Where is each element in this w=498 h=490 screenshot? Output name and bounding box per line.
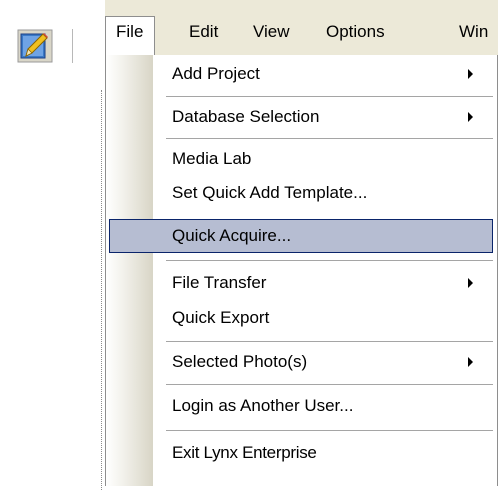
menu-options[interactable]: Options [326, 16, 385, 48]
menu-separator [166, 384, 493, 385]
menu-item-label: Set Quick Add Template... [172, 183, 368, 202]
menu-edit[interactable]: Edit [189, 16, 218, 48]
toolbar-separator [72, 29, 74, 63]
menu-separator [166, 260, 493, 261]
background-window-edge [101, 90, 102, 490]
menu-file[interactable]: File [105, 16, 156, 56]
menu-item-media-lab[interactable]: Media Lab [106, 142, 497, 176]
menu-item-label: Media Lab [172, 149, 252, 168]
menu-view-label: View [253, 22, 290, 41]
toolbar [0, 0, 105, 80]
menu-item-add-project[interactable]: Add Project [106, 57, 497, 91]
submenu-arrow-icon [468, 112, 473, 122]
menu-item-highlight [109, 219, 493, 253]
menu-separator [166, 430, 493, 431]
menu-separator [166, 138, 493, 139]
menu-bar: File Edit View Options Win [105, 0, 498, 56]
menu-item-exit[interactable]: Exit Lynx Enterprise [106, 436, 497, 470]
menu-item-login-as-another-user[interactable]: Login as Another User... [106, 389, 497, 423]
menu-separator [166, 341, 493, 342]
menu-item-label: Login as Another User... [172, 396, 354, 415]
menu-item-selected-photos[interactable]: Selected Photo(s) [106, 345, 497, 379]
menu-item-label: Database Selection [172, 107, 320, 126]
menu-item-quick-export[interactable]: Quick Export [106, 301, 497, 335]
menu-view[interactable]: View [253, 16, 290, 48]
submenu-arrow-icon [468, 69, 473, 79]
menu-item-file-transfer[interactable]: File Transfer [106, 266, 497, 300]
menu-item-quick-acquire[interactable]: Quick Acquire... [106, 219, 497, 253]
menu-item-label: File Transfer [172, 273, 267, 292]
menu-item-label: Quick Acquire... [172, 226, 292, 245]
submenu-arrow-icon [468, 357, 473, 367]
menu-item-label: Selected Photo(s) [172, 352, 308, 371]
menu-separator [166, 96, 493, 97]
menu-options-label: Options [326, 22, 385, 41]
menu-item-database-selection[interactable]: Database Selection [106, 100, 497, 134]
menu-window-label: Win [459, 22, 489, 41]
menu-item-label: Quick Export [172, 308, 270, 327]
menu-item-label: Add Project [172, 64, 260, 83]
menu-file-label: File [116, 22, 144, 41]
submenu-arrow-icon [468, 278, 473, 288]
menu-item-set-quick-add-template[interactable]: Set Quick Add Template... [106, 176, 497, 210]
file-menu-dropdown: Add Project Database Selection Media Lab… [105, 55, 498, 486]
menu-item-label: Exit Lynx Enterprise [172, 443, 317, 462]
pencil-notepad-icon[interactable] [17, 29, 53, 63]
menu-edit-label: Edit [189, 22, 219, 41]
menu-window[interactable]: Win [459, 16, 488, 48]
